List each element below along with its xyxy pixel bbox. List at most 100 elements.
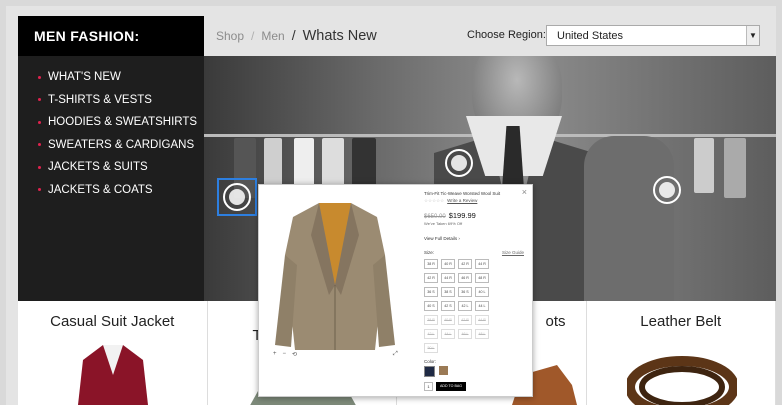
- size-option-unavailable: 38 R: [424, 315, 438, 325]
- chevron-down-icon[interactable]: ▼: [746, 26, 759, 45]
- sidebar-item-label: HOODIES & SWEATSHIRTS: [48, 116, 198, 128]
- breadcrumb-separator: /: [251, 29, 255, 43]
- size-option-unavailable: 48 L: [475, 329, 489, 339]
- sidebar-item-tshirts[interactable]: T-SHIRTS & VESTS: [38, 89, 204, 112]
- region-select[interactable]: United States ▼: [546, 25, 760, 46]
- product-info: Trim-Fit Tic-Weave Worsted Wool Suit ☆☆☆…: [424, 191, 524, 391]
- sidebar-item-label: JACKETS & COATS: [48, 183, 153, 196]
- size-option[interactable]: 38 S: [441, 287, 455, 297]
- sidebar-item-whats-new[interactable]: WHAT'S NEW: [38, 66, 204, 89]
- breadcrumb: Shop / Men / Whats New: [216, 27, 377, 44]
- product-title: Trim-Fit Tic-Weave Worsted Wool Suit: [424, 191, 501, 196]
- size-option[interactable]: 42 L: [458, 301, 472, 311]
- breadcrumb-shop[interactable]: Shop: [216, 29, 244, 43]
- sidebar-item-label: SWEATERS & CARDIGANS: [48, 138, 195, 151]
- sidebar-item-sweaters[interactable]: SWEATERS & CARDIGANS: [38, 134, 204, 157]
- sidebar-item-label: T-SHIRTS & VESTS: [48, 93, 152, 106]
- color-swatch-navy[interactable]: [424, 366, 435, 377]
- color-swatch-tan[interactable]: [439, 366, 448, 375]
- page-title: Whats New: [302, 28, 377, 44]
- size-option[interactable]: 46 R: [458, 273, 472, 283]
- bullet-icon: [38, 165, 41, 169]
- size-option[interactable]: 42 S: [441, 301, 455, 311]
- model-arm: [584, 136, 674, 301]
- jacket-image: [78, 345, 148, 405]
- color-swatches: [424, 366, 524, 377]
- sidebar-item-hoodies[interactable]: HOODIES & SWEATSHIRTS: [38, 111, 204, 134]
- price-block: $650.00 $199.99: [424, 211, 524, 220]
- size-option[interactable]: 42 R: [458, 259, 472, 269]
- size-label: Size:: [424, 250, 435, 255]
- rack-garment: [694, 138, 714, 193]
- discount-text: We've Taken 69% Off: [424, 221, 463, 226]
- size-option[interactable]: 36 S: [458, 287, 472, 297]
- color-label: Color:: [424, 359, 437, 364]
- size-option-unavailable: 42 L: [424, 329, 438, 339]
- size-option[interactable]: 42 R: [424, 273, 438, 283]
- header-bar: Shop / Men / Whats New Choose Region: Un…: [204, 16, 776, 56]
- sidebar-item-label: JACKETS & SUITS: [48, 161, 148, 173]
- product-name: Leather Belt: [640, 313, 722, 330]
- size-option-unavailable: 40 R: [441, 315, 455, 325]
- category-list: WHAT'S NEW T-SHIRTS & VESTS HOODIES & SW…: [18, 66, 204, 201]
- bullet-icon: [38, 75, 41, 79]
- region-select-value: United States: [557, 30, 624, 42]
- size-option-unavailable: 50 L: [424, 343, 438, 353]
- size-option-unavailable: 42 R: [458, 315, 472, 325]
- belt-image: [626, 356, 737, 405]
- sale-price: $199.99: [448, 211, 476, 220]
- view-full-details-link[interactable]: View Full Details ›: [424, 236, 524, 241]
- sidebar-item-label: WHAT'S NEW: [48, 71, 121, 83]
- size-option-unavailable: 44 R: [475, 315, 489, 325]
- size-option[interactable]: 44 R: [475, 259, 489, 269]
- zoom-out-icon[interactable]: −: [283, 351, 287, 358]
- size-option[interactable]: 40 R: [441, 259, 455, 269]
- size-option[interactable]: 38 R: [424, 259, 438, 269]
- size-option-unavailable: 46 L: [458, 329, 472, 339]
- bullet-icon: [38, 143, 41, 147]
- category-sidebar: MEN FASHION: WHAT'S NEW T-SHIRTS & VESTS…: [18, 16, 204, 306]
- hotspot-left-icon[interactable]: [223, 183, 251, 211]
- size-option-unavailable: 44 L: [441, 329, 455, 339]
- reset-icon[interactable]: ⟲: [292, 351, 297, 358]
- purchase-row: 1 ADD TO BAG: [424, 382, 524, 391]
- size-guide-link[interactable]: Size Guide: [502, 250, 524, 255]
- product-card[interactable]: Casual Suit Jacket: [18, 301, 208, 405]
- size-grid: 38 R 40 R 42 R 44 R 42 R 44 R 46 R 48 R …: [424, 259, 524, 353]
- hotspot-selected[interactable]: [217, 178, 257, 216]
- sidebar-title: MEN FASHION:: [18, 16, 204, 56]
- region-label: Choose Region:: [467, 29, 546, 41]
- product-image: [275, 203, 395, 350]
- original-price: $650.00: [424, 214, 446, 220]
- hotspot-center-icon[interactable]: [445, 149, 473, 177]
- breadcrumb-men[interactable]: Men: [261, 29, 284, 43]
- size-option[interactable]: 36 S: [424, 287, 438, 297]
- add-to-bag-button[interactable]: ADD TO BAG: [436, 382, 467, 391]
- product-name: Casual Suit Jacket: [50, 313, 175, 330]
- rack-garment: [294, 138, 314, 188]
- size-option[interactable]: 44 R: [441, 273, 455, 283]
- rack-garment: [724, 138, 746, 198]
- size-option[interactable]: 44 L: [475, 301, 489, 311]
- sidebar-item-jackets-coats[interactable]: JACKETS & COATS: [38, 179, 204, 202]
- quantity-field[interactable]: 1: [424, 382, 433, 391]
- size-option[interactable]: 40 L: [475, 287, 489, 297]
- bullet-icon: [38, 188, 41, 192]
- zoom-in-icon[interactable]: +: [273, 351, 277, 358]
- bullet-icon: [38, 98, 41, 102]
- star-rating: ☆☆☆☆☆ Write a Review: [424, 198, 478, 203]
- size-header: Size: Size Guide: [424, 250, 524, 255]
- sidebar-item-jackets-suits[interactable]: JACKETS & SUITS: [38, 156, 204, 179]
- size-option[interactable]: 40 S: [424, 301, 438, 311]
- write-review-link[interactable]: Write a Review: [447, 198, 477, 203]
- expand-icon[interactable]: ⤢: [393, 351, 398, 358]
- size-option[interactable]: 48 R: [475, 273, 489, 283]
- hotspot-right-icon[interactable]: [653, 176, 681, 204]
- page: MEN FASHION: WHAT'S NEW T-SHIRTS & VESTS…: [6, 6, 776, 405]
- bullet-icon: [38, 120, 41, 124]
- rack-garment: [322, 138, 344, 188]
- quick-view-popup: × + − ⟲ ⤢ Trim-Fit Tic-Weave Worsted Woo…: [258, 184, 533, 397]
- zoom-controls: + − ⟲: [273, 351, 297, 358]
- breadcrumb-separator: /: [291, 27, 296, 43]
- product-card[interactable]: Leather Belt: [586, 301, 776, 405]
